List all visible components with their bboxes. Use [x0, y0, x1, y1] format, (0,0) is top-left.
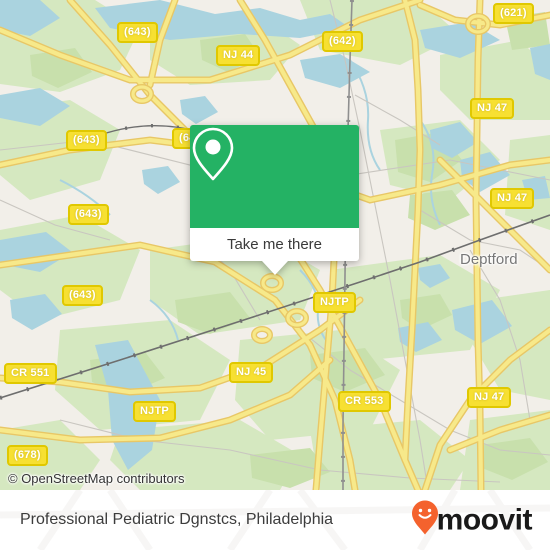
footer-bar: Professional Pediatric Dgnstcs, Philadel…	[0, 490, 550, 550]
route-shield[interactable]: (643)	[68, 204, 109, 225]
route-shield[interactable]: (643)	[62, 285, 103, 306]
callout-tail-pointer	[261, 261, 288, 275]
callout-pin-area	[190, 125, 359, 228]
route-shield[interactable]: CR 553	[338, 391, 391, 412]
route-shield[interactable]: (642)	[322, 31, 363, 52]
moovit-wordmark: moovit	[436, 503, 533, 536]
route-shield[interactable]: NJTP	[313, 292, 356, 313]
osm-attribution[interactable]: © OpenStreetMap contributors	[8, 471, 185, 486]
route-shield[interactable]: NJ 47	[490, 188, 535, 209]
map-canvas[interactable]: Deptford (643) NJ 44 (642) (621) NJ 47 N…	[0, 0, 550, 490]
route-shield[interactable]: (643)	[117, 22, 158, 43]
route-shield[interactable]: NJTP	[133, 401, 176, 422]
moovit-map-screenshot: Deptford (643) NJ 44 (642) (621) NJ 47 N…	[0, 0, 550, 550]
take-me-there-label: Take me there	[226, 236, 323, 253]
place-label-deptford: Deptford	[460, 251, 518, 268]
route-shield[interactable]: NJ 44	[216, 45, 261, 66]
route-shield[interactable]: (678)	[7, 445, 48, 466]
route-shield[interactable]: NJ 47	[470, 98, 515, 119]
route-shield[interactable]: CR 551	[4, 363, 57, 384]
route-shield[interactable]: (621)	[493, 3, 534, 24]
place-title: Professional Pediatric Dgnstcs, Philadel…	[20, 511, 334, 528]
callout-action-area[interactable]: Take me there	[190, 228, 359, 261]
route-shield[interactable]: NJ 45	[229, 362, 274, 383]
location-callout-card[interactable]: Take me there	[190, 125, 359, 275]
moovit-smiley-pin-icon	[411, 500, 439, 541]
route-shield[interactable]: (643)	[66, 130, 107, 151]
route-shield[interactable]: NJ 47	[467, 387, 512, 408]
moovit-logo[interactable]: moovit	[411, 500, 533, 541]
